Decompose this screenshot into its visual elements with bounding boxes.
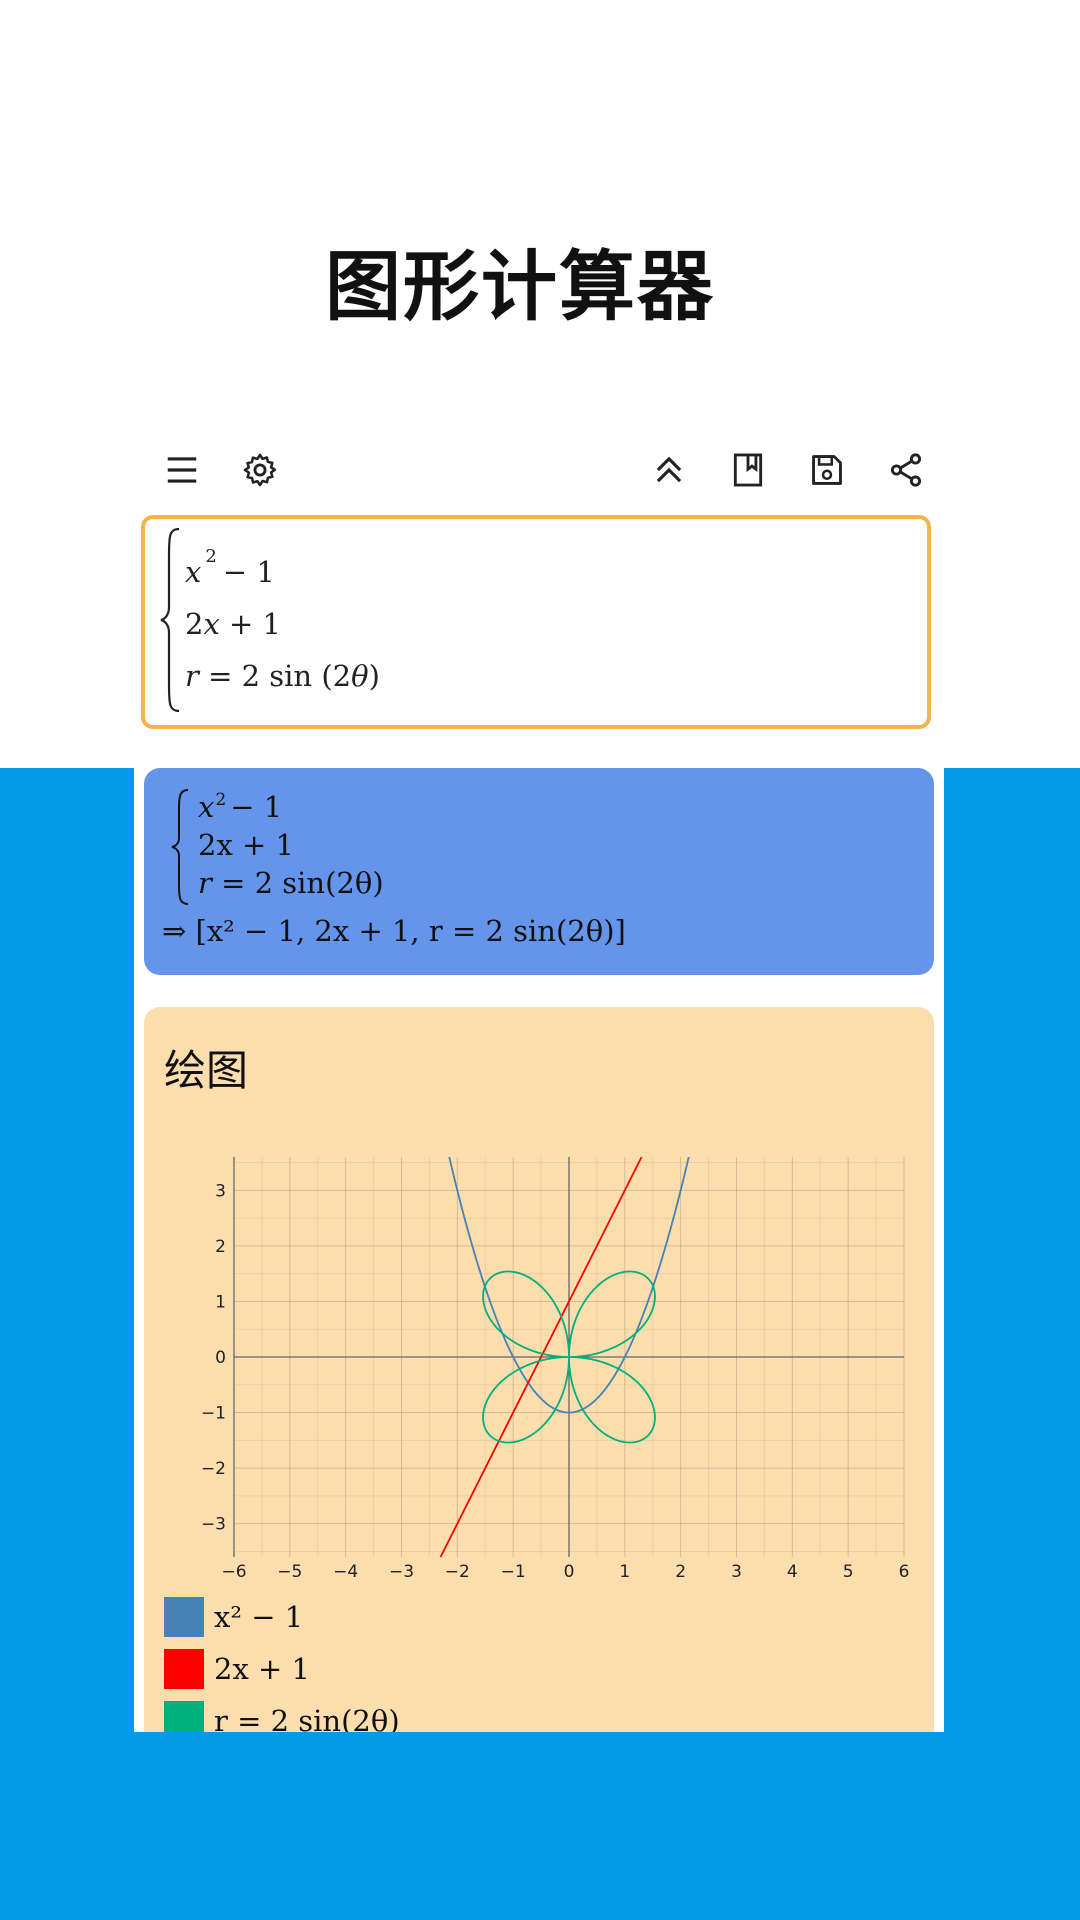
legend-item: x² − 1 [164,1597,303,1637]
input-line-1: x 2− 1 [185,546,275,589]
x-tick-label: 2 [675,1562,686,1577]
x-tick-label: 0 [564,1562,575,1577]
input-line-3: r = 2 sin (2θ) [185,659,380,693]
share-icon [890,453,922,487]
x-tick-label: 1 [619,1562,630,1577]
menu-button[interactable] [154,442,210,498]
result-line-2: 2x + 1 [198,828,294,862]
collapse-button[interactable] [641,442,697,498]
save-icon [812,455,842,485]
graph-plot[interactable]: −6 −5 −4 −3 −2 −1 0 1 2 3 4 5 6 −3 −2 −1 0 1 2 3 [184,1137,944,1577]
y-tick-label: −1 [201,1404,226,1424]
save-button[interactable] [799,442,855,498]
x-tick-label: 3 [731,1562,742,1577]
legend-swatch [164,1701,204,1732]
plot-title: 绘图 [164,1046,249,1095]
input-line-2: 2x + 1 [185,607,281,641]
result-final: ⇒ [x² − 1, 2x + 1, r = 2 sin(2θ)] [162,914,626,948]
legend-label: r = 2 sin(2θ) [214,1704,400,1732]
y-tick-label: 3 [215,1181,226,1201]
legend-item: r = 2 sin(2θ) [164,1701,400,1732]
y-tick-label: 2 [215,1237,226,1257]
gear-icon [243,453,277,487]
x-tick-label: −6 [221,1562,246,1577]
x-tick-label: −4 [333,1562,358,1577]
x-tick-label: −5 [277,1562,302,1577]
y-tick-label: 0 [215,1348,226,1368]
legend-swatch [164,1649,204,1689]
expression-input[interactable]: x 2− 1 2x + 1 r = 2 sin (2θ) [141,515,931,729]
x-tick-label: 6 [899,1562,910,1577]
toolbar [134,430,944,512]
plot-card: 绘图 −6 −5 −4 −3 −2 −1 0 1 2 3 4 5 6 −3 −2 −1 0 1 2 3 x² − 1 … [144,1007,934,1732]
result-card[interactable]: x2− 1 2x + 1 r = 2 sin(2θ) ⇒ [x² − 1, 2x… [144,768,934,975]
x-tick-label: −3 [389,1562,414,1577]
y-tick-label: 1 [215,1292,226,1312]
legend-label: 2x + 1 [214,1652,310,1686]
brace-icon [160,527,180,713]
bookmark-icon [733,453,763,487]
menu-icon [167,457,197,483]
share-button[interactable] [878,442,934,498]
y-tick-label: −3 [201,1515,226,1535]
x-tick-label: 4 [787,1562,798,1577]
collapse-icon [656,456,682,483]
settings-button[interactable] [232,442,288,498]
x-tick-label: −2 [445,1562,470,1577]
legend-swatch [164,1597,204,1637]
x-tick-label: −1 [501,1562,526,1577]
app-screen: x 2− 1 2x + 1 r = 2 sin (2θ) x2− 1 2x + 1… [134,430,944,1732]
legend-item: 2x + 1 [164,1649,310,1689]
brace-icon [171,789,189,905]
x-tick-label: 5 [843,1562,854,1577]
promo-title: 图形计算器 [325,242,715,331]
result-line-1: x2− 1 [198,790,283,824]
y-tick-label: −2 [201,1459,226,1479]
legend-label: x² − 1 [214,1600,304,1634]
bookmark-button[interactable] [720,442,776,498]
result-line-3: r = 2 sin(2θ) [198,866,384,900]
